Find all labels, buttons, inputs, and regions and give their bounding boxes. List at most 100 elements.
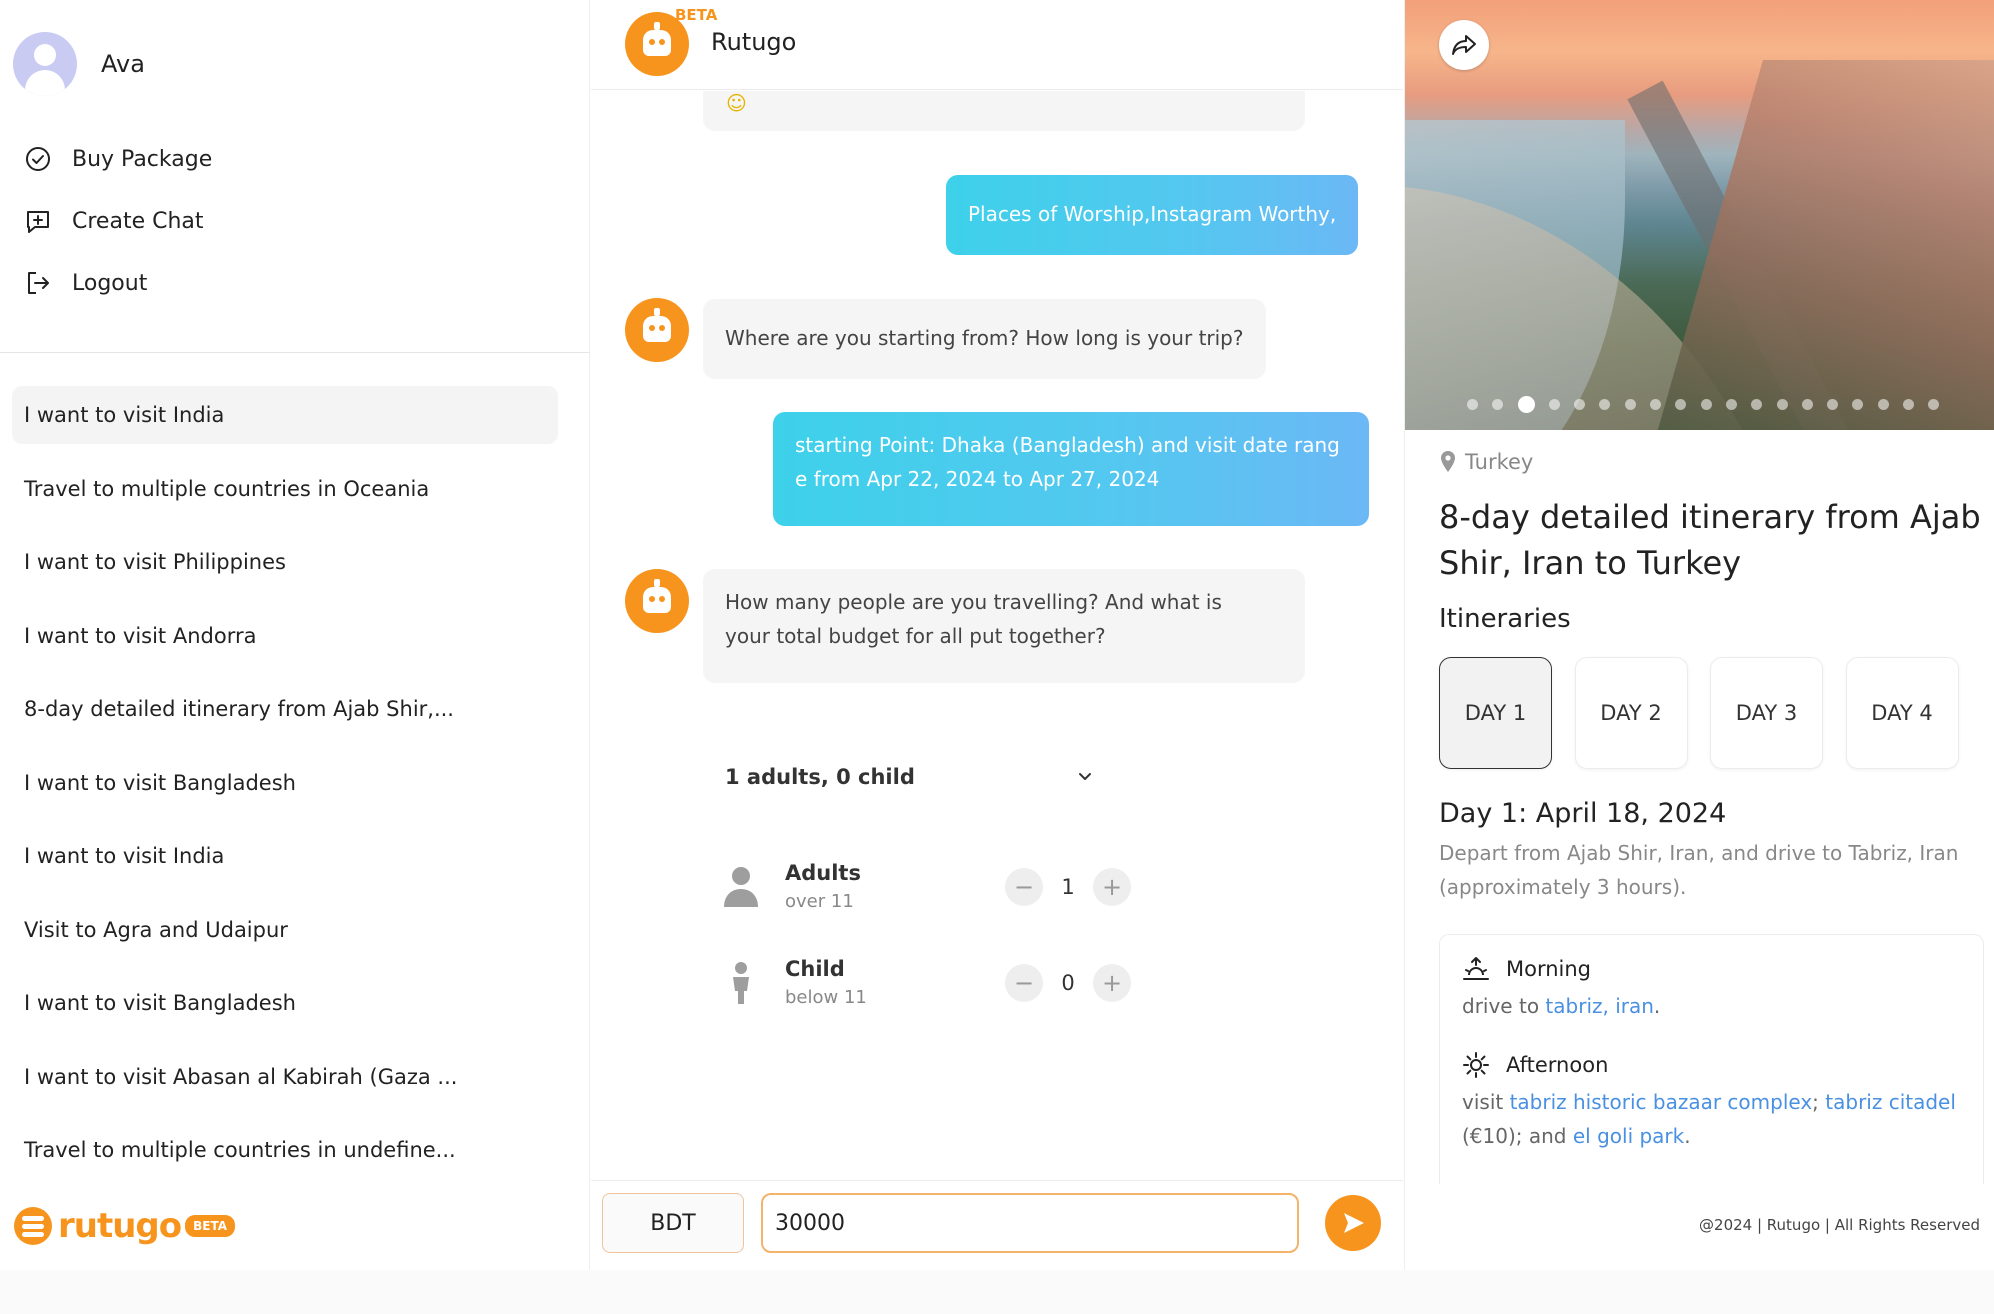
- tabriz-link[interactable]: tabriz, iran: [1545, 994, 1654, 1018]
- budget-input[interactable]: [761, 1193, 1299, 1253]
- child-row: Child below 11 − 0 +: [721, 957, 1131, 1008]
- add-chat-icon: [27, 211, 49, 233]
- adults-count: 1: [1061, 874, 1075, 899]
- user-profile[interactable]: Ava: [13, 32, 145, 96]
- carousel-dot[interactable]: [1725, 399, 1737, 410]
- carousel-dot[interactable]: [1599, 399, 1611, 410]
- child-person-icon: [721, 960, 761, 1006]
- day-heading: Day 1: April 18, 2024: [1439, 798, 1727, 829]
- morning-heading: Morning: [1462, 955, 1591, 983]
- chat-history-item[interactable]: I want to visit India: [12, 827, 558, 885]
- carousel-dot[interactable]: [1548, 399, 1560, 410]
- chat-history-item[interactable]: I want to visit Philippines: [12, 533, 558, 591]
- send-button[interactable]: [1325, 1195, 1381, 1251]
- message-list[interactable]: ☺ Places of Worship,Instagram Worthy, Wh…: [591, 91, 1403, 1179]
- brand-logo[interactable]: rutugo BETA: [14, 1206, 236, 1246]
- carousel-dot[interactable]: [1928, 399, 1940, 410]
- chat-title: Rutugo: [711, 28, 797, 56]
- carousel-dot[interactable]: [1624, 399, 1636, 410]
- afternoon-mid: (€10); and: [1462, 1124, 1573, 1148]
- travellers-summary: 1 adults, 0 child: [725, 765, 915, 789]
- carousel-dot[interactable]: [1492, 399, 1504, 410]
- chat-history-item[interactable]: I want to visit India: [12, 386, 558, 444]
- tab-day-1[interactable]: DAY 1: [1439, 657, 1552, 769]
- bot-message: [703, 91, 1305, 131]
- chat-history-item[interactable]: 8-day detailed itinerary from Ajab Shir,…: [12, 680, 558, 738]
- decrement-child-button[interactable]: −: [1005, 963, 1043, 1002]
- afternoon-heading: Afternoon: [1462, 1051, 1608, 1079]
- day-tabs: DAY 1 DAY 2 DAY 3 DAY 4: [1439, 657, 1981, 769]
- travellers-dropdown[interactable]: 1 adults, 0 child: [725, 751, 1095, 803]
- check-circle-icon: [26, 147, 50, 171]
- tab-day-3[interactable]: DAY 3: [1710, 657, 1823, 769]
- bot-avatar: [625, 298, 689, 362]
- park-link[interactable]: el goli park: [1573, 1124, 1684, 1148]
- morning-prefix: drive to: [1462, 994, 1546, 1018]
- share-icon: [1452, 35, 1476, 55]
- carousel-dot[interactable]: [1574, 399, 1586, 410]
- beta-badge: BETA: [185, 1215, 236, 1237]
- child-count: 0: [1061, 970, 1075, 995]
- chat-history-item[interactable]: Travel to multiple countries in Oceania: [12, 460, 558, 518]
- chat-history-item[interactable]: Visit to Agra and Udaipur: [12, 901, 558, 959]
- adults-label: Adults: [785, 861, 861, 885]
- smile-emoji-icon: ☺: [726, 91, 747, 115]
- tab-day-4[interactable]: DAY 4: [1845, 657, 1959, 769]
- carousel-dot[interactable]: [1776, 399, 1788, 410]
- avatar[interactable]: [13, 32, 77, 96]
- chat-panel: BETA Rutugo ☺ Places of Worship,Instagra…: [591, 0, 1403, 1270]
- logout-icon: [28, 272, 49, 294]
- location: Turkey: [1439, 450, 1533, 474]
- itinerary-title: 8-day detailed itinerary from Ajab Shir,…: [1439, 498, 1981, 582]
- carousel-dots: [1467, 396, 1954, 413]
- chat-history-item[interactable]: I want to visit Bangladesh: [12, 754, 558, 812]
- tab-day-2[interactable]: DAY 2: [1574, 657, 1688, 769]
- carousel-dot[interactable]: [1467, 399, 1478, 410]
- decrement-adults-button[interactable]: −: [1005, 867, 1043, 906]
- morning-suffix: .: [1653, 994, 1661, 1018]
- footer-copyright: @2024 | Rutugo | All Rights Reserved: [1699, 1216, 1980, 1234]
- citadel-link[interactable]: tabriz citadel: [1825, 1090, 1956, 1114]
- chat-history-item[interactable]: I want to visit Abasan al Kabirah (Gaza …: [12, 1048, 558, 1106]
- carousel-dot[interactable]: [1827, 399, 1839, 410]
- child-label: Child: [785, 957, 845, 981]
- afternoon-label: Afternoon: [1506, 1053, 1609, 1077]
- carousel-dot[interactable]: [1877, 399, 1889, 410]
- sidebar: Ava Buy Package Create Chat Logout I wan…: [0, 0, 590, 1270]
- create-chat-button[interactable]: Create Chat: [24, 190, 212, 252]
- carousel-dot[interactable]: [1801, 399, 1813, 410]
- afternoon-sep: ;: [1812, 1090, 1826, 1114]
- increment-child-button[interactable]: +: [1093, 963, 1131, 1002]
- beta-badge: BETA: [675, 6, 718, 24]
- carousel-dot[interactable]: [1903, 399, 1915, 410]
- message-text: starting Point: Dhaka (Bangladesh) and v…: [795, 433, 1340, 457]
- sidebar-menu: Buy Package Create Chat Logout: [24, 128, 212, 314]
- carousel-dot[interactable]: [1852, 399, 1864, 410]
- carousel-dot[interactable]: [1700, 399, 1712, 410]
- menu-label: Buy Package: [72, 146, 213, 172]
- share-button[interactable]: [1439, 20, 1489, 70]
- divider: [0, 352, 590, 353]
- day-schedule: Morning drive to tabriz, iran. Afternoon…: [1439, 934, 1984, 1184]
- menu-label: Create Chat: [72, 208, 204, 234]
- buy-package-button[interactable]: Buy Package: [24, 128, 212, 190]
- chevron-down-icon: [1079, 773, 1091, 780]
- afternoon-text: visit tabriz historic bazaar complex; ta…: [1462, 1085, 1962, 1153]
- carousel-dot[interactable]: [1517, 396, 1535, 413]
- chat-history-item[interactable]: I want to visit Bangladesh: [12, 974, 558, 1032]
- increment-adults-button[interactable]: +: [1093, 867, 1131, 906]
- bot-avatar: [625, 569, 689, 633]
- currency-selector[interactable]: BDT: [602, 1193, 744, 1253]
- itinerary-panel: Turkey 8-day detailed itinerary from Aja…: [1404, 0, 1994, 1270]
- message-text: Places of Worship,Instagram Worthy,: [968, 202, 1337, 226]
- message-composer: BDT: [591, 1180, 1403, 1270]
- chat-history-item[interactable]: I want to visit Andorra: [12, 607, 558, 665]
- logout-button[interactable]: Logout: [24, 252, 212, 314]
- carousel-dot[interactable]: [1675, 399, 1687, 410]
- carousel-dot[interactable]: [1751, 399, 1763, 410]
- destination-image-carousel[interactable]: [1405, 0, 1994, 430]
- carousel-dot[interactable]: [1650, 399, 1662, 410]
- message-text: How many people are you travelling? And …: [725, 590, 1222, 614]
- chat-history-item[interactable]: Travel to multiple countries in undefine…: [12, 1121, 558, 1179]
- bazaar-link[interactable]: tabriz historic bazaar complex: [1510, 1090, 1813, 1114]
